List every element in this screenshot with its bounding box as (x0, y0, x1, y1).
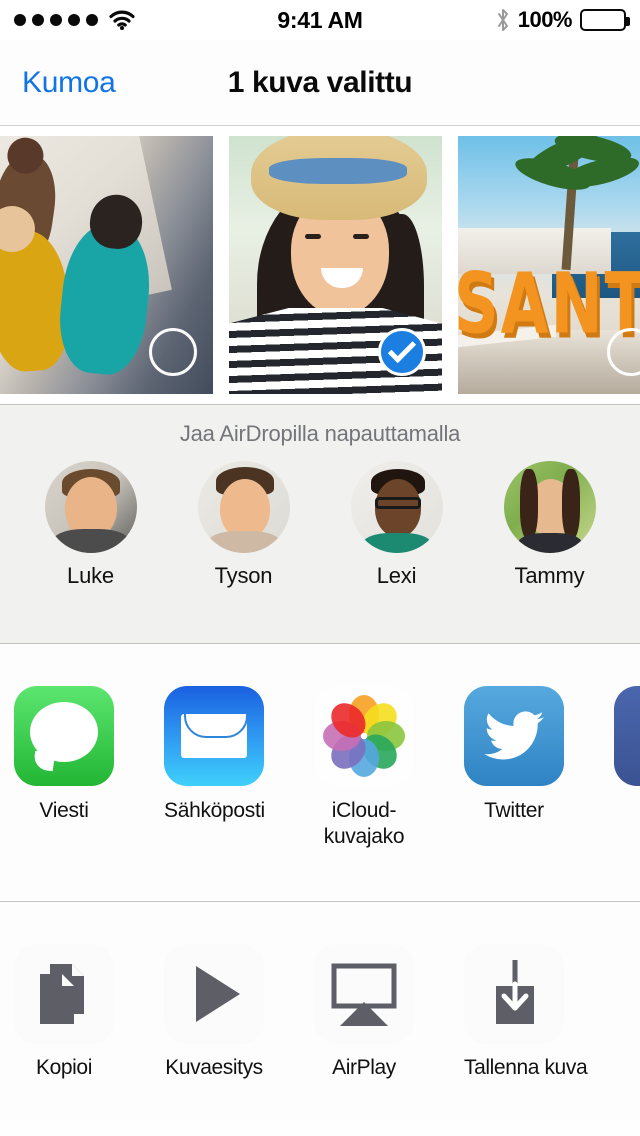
circle-outline-icon[interactable] (149, 328, 197, 376)
twitter-icon (464, 686, 564, 786)
facebook-icon (614, 686, 640, 786)
battery-full-icon (580, 9, 630, 31)
share-target-mail[interactable]: Sähköposti (164, 686, 265, 824)
contact-name: Tyson (214, 563, 273, 588)
mail-icon (164, 686, 264, 786)
action-airplay[interactable]: AirPlay (314, 944, 414, 1080)
airdrop-section: Jaa AirDropilla napauttamalla Luke Tyson… (0, 404, 640, 644)
airdrop-contact-lexi[interactable]: Lexi (335, 461, 459, 589)
action-save-image[interactable]: Tallenna kuva (464, 944, 588, 1080)
share-target-label: Viesti (39, 799, 89, 822)
save-image-icon (464, 944, 564, 1044)
share-target-label: F (614, 798, 640, 824)
messages-icon (14, 686, 114, 786)
action-label: Kopioi (36, 1056, 92, 1079)
airdrop-contacts-row: Luke Tyson Lexi Tammy (0, 461, 640, 589)
action-slideshow[interactable]: Kuvaesitys (164, 944, 264, 1080)
action-label: Tallenna kuva (464, 1056, 588, 1079)
share-target-label: Sähköposti (164, 799, 265, 822)
photo-strip[interactable]: SANTOZEU (0, 126, 640, 404)
play-icon (164, 944, 264, 1044)
avatar (503, 461, 596, 553)
contact-name: Tammy (514, 563, 585, 588)
avatar (44, 461, 137, 553)
status-bar: 9:41 AM 100% (0, 0, 640, 40)
contact-name: Luke (67, 563, 114, 588)
airplay-icon (314, 944, 414, 1044)
airdrop-contact-tyson[interactable]: Tyson (182, 461, 306, 589)
photo-thumbnail-3[interactable]: SANTOZEU (458, 136, 640, 394)
share-target-label: Twitter (484, 799, 544, 822)
avatar (197, 461, 290, 553)
share-target-icloud-photo-sharing[interactable]: iCloud- kuvajako (314, 686, 414, 850)
action-label: AirPlay (332, 1056, 396, 1079)
navigation-bar: Kumoa 1 kuva valittu (0, 40, 640, 126)
photo-thumbnail-2-selected[interactable] (229, 136, 442, 394)
share-apps-row[interactable]: Viesti Sähköposti iCloud- kuvajako Twitt… (0, 644, 640, 902)
bluetooth-icon (496, 8, 510, 32)
action-label: Kuvaesitys (165, 1056, 263, 1079)
share-target-twitter[interactable]: Twitter (464, 686, 564, 824)
airdrop-hint-label: Jaa AirDropilla napauttamalla (179, 421, 461, 446)
glasses-icon (374, 497, 421, 509)
actions-row[interactable]: Kopioi Kuvaesitys AirPlay Tallenna kuva (0, 902, 640, 1120)
checkmark-circle-icon[interactable] (378, 328, 426, 376)
airdrop-contact-luke[interactable]: Luke (29, 461, 153, 589)
photo-thumbnail-1[interactable] (0, 136, 213, 394)
status-bar-right: 100% (496, 7, 630, 33)
avatar (350, 461, 443, 553)
photos-icon (314, 686, 414, 786)
copy-icon (14, 944, 114, 1044)
share-target-facebook[interactable]: F (614, 686, 640, 824)
contact-name: Lexi (376, 563, 417, 588)
airdrop-contact-tammy[interactable]: Tammy (488, 461, 612, 589)
battery-percent-label: 100% (517, 7, 573, 32)
share-target-label: iCloud- kuvajako (323, 799, 405, 848)
share-target-messages[interactable]: Viesti (14, 686, 114, 824)
cancel-button[interactable]: Kumoa (22, 66, 116, 100)
action-copy[interactable]: Kopioi (14, 944, 114, 1080)
